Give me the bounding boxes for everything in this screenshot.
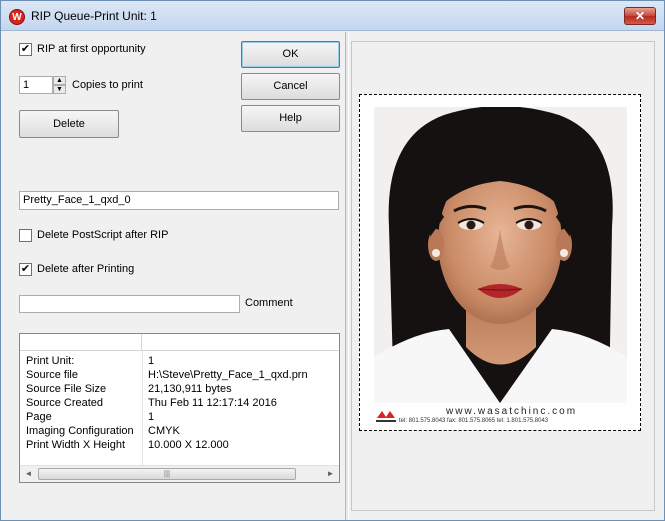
wasatch-logo-icon: W [9,9,25,25]
copies-input[interactable]: 1 [19,76,53,94]
row-value: 1 [148,355,155,367]
spin-up-icon[interactable]: ▲ [53,76,66,85]
delete-after-printing-label: Delete after Printing [37,263,135,275]
cancel-button[interactable]: Cancel [241,73,340,100]
job-name-field[interactable]: Pretty_Face_1_qxd_0 [19,191,339,210]
job-info-table[interactable]: Print Unit: 1 Source file H:\Steve\Prett… [19,333,340,483]
row-key: Source File Size [26,383,107,395]
table-row[interactable]: Source File Size 21,130,911 bytes [20,383,339,397]
row-key: Source Created [26,397,104,409]
column-header-property[interactable] [20,334,142,351]
delete-postscript-label: Delete PostScript after RIP [37,229,169,241]
row-value: Thu Feb 11 12:17:14 2016 [148,397,277,409]
table-row[interactable]: Imaging Configuration CMYK [20,425,339,439]
window-title: RIP Queue-Print Unit: 1 [31,9,157,23]
row-value: 1 [148,411,155,423]
table-row[interactable]: Print Width X Height 10.000 X 12.000 [20,439,339,453]
title-bar[interactable]: W RIP Queue-Print Unit: 1 ✕ [1,1,664,31]
preview-caption-contact: tel: 801.575.8043 fax: 801.575.8065 tel:… [399,418,549,424]
spin-down-icon[interactable]: ▼ [53,85,66,94]
preview-caption-url: www.wasatchinc.com [446,406,578,417]
row-key: Source file [26,369,78,381]
row-key: Print Unit: [26,355,75,367]
scroll-left-icon[interactable]: ◄ [20,466,37,482]
ok-button[interactable]: OK [241,41,340,68]
horizontal-scrollbar[interactable]: ◄ ||| ► [20,465,339,482]
wasatch-caption-logo-icon [376,411,396,422]
panel-splitter[interactable] [345,32,349,520]
table-row[interactable]: Source file H:\Steve\Pretty_Face_1_qxd.p… [20,369,339,383]
delete-postscript-checkbox[interactable] [19,229,32,242]
row-value: H:\Steve\Pretty_Face_1_qxd.prn [148,369,308,381]
close-button[interactable]: ✕ [624,7,656,25]
delete-after-printing-checkbox[interactable]: ✔ [19,263,32,276]
copies-stepper[interactable]: 1 ▲ ▼ [19,76,67,94]
copies-label: Copies to print [72,79,143,91]
column-header-value[interactable] [142,334,339,351]
preview-image [374,107,627,403]
help-button[interactable]: Help [241,105,340,132]
table-row[interactable]: Print Unit: 1 [20,355,339,369]
row-key: Print Width X Height [26,439,126,451]
scroll-right-icon[interactable]: ► [322,466,339,482]
rip-first-opportunity-checkbox[interactable]: ✔ [19,43,32,56]
delete-button[interactable]: Delete [19,110,119,138]
row-key: Page [26,411,52,423]
rip-first-opportunity-label: RIP at first opportunity [37,43,146,55]
row-value: CMYK [148,425,180,437]
scroll-thumb[interactable]: ||| [38,468,296,480]
row-key: Imaging Configuration [26,425,134,437]
comment-label: Comment [245,297,293,309]
rip-queue-dialog: W RIP Queue-Print Unit: 1 ✕ ✔ RIP at fir… [0,0,665,521]
table-header[interactable] [20,334,339,351]
portrait-photo [374,107,627,403]
row-value: 10.000 X 12.000 [148,439,229,451]
table-row[interactable]: Source Created Thu Feb 11 12:17:14 2016 [20,397,339,411]
comment-input[interactable] [19,295,240,313]
table-row[interactable]: Page 1 [20,411,339,425]
row-value: 21,130,911 bytes [148,383,232,395]
